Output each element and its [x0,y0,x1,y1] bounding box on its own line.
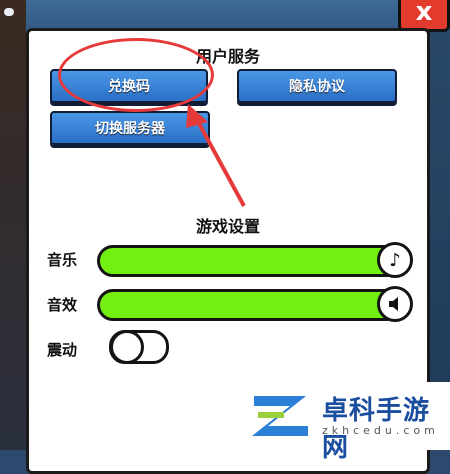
watermark-logo [252,396,308,436]
watermark: 卓科手游网 zkhcedu.com [238,382,450,463]
watermark-url: zkhcedu.com [322,424,439,437]
